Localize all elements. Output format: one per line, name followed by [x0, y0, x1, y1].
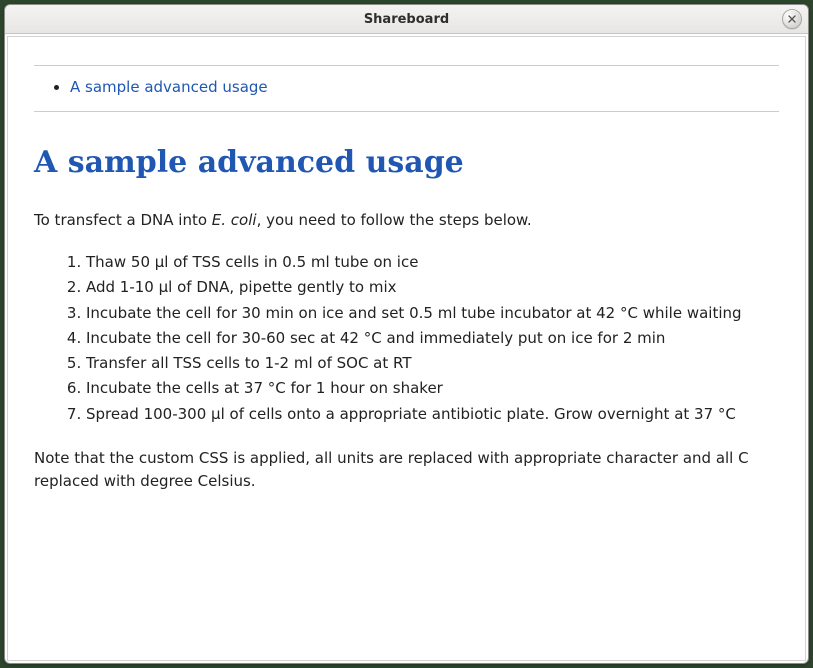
- intro-italic: E. coli: [212, 211, 257, 229]
- intro-post: , you need to follow the steps below.: [257, 211, 532, 229]
- intro-paragraph: To transfect a DNA into E. coli, you nee…: [34, 209, 779, 232]
- step-item: Add 1-10 µl of DNA, pipette gently to mi…: [86, 275, 779, 300]
- steps-list: Thaw 50 µl of TSS cells in 0.5 ml tube o…: [34, 250, 779, 427]
- app-window: Shareboard A sample advanced usage A sam…: [4, 4, 809, 664]
- step-item: Transfer all TSS cells to 1-2 ml of SOC …: [86, 351, 779, 376]
- step-item: Incubate the cell for 30-60 sec at 42 °C…: [86, 326, 779, 351]
- document-content: A sample advanced usage A sample advance…: [7, 36, 806, 661]
- toc-item: A sample advanced usage: [70, 76, 779, 99]
- titlebar[interactable]: Shareboard: [5, 5, 808, 34]
- window-title: Shareboard: [364, 12, 449, 27]
- step-item: Incubate the cell for 30 min on ice and …: [86, 301, 779, 326]
- step-item: Thaw 50 µl of TSS cells in 0.5 ml tube o…: [86, 250, 779, 275]
- window-close-button[interactable]: [782, 9, 802, 29]
- close-icon: [788, 15, 796, 23]
- step-item: Incubate the cells at 37 °C for 1 hour o…: [86, 376, 779, 401]
- note-paragraph: Note that the custom CSS is applied, all…: [34, 447, 779, 494]
- page-heading: A sample advanced usage: [34, 140, 779, 187]
- table-of-contents: A sample advanced usage: [34, 65, 779, 112]
- step-item: Spread 100-300 µl of cells onto a approp…: [86, 402, 779, 427]
- toc-link[interactable]: A sample advanced usage: [70, 78, 268, 96]
- intro-pre: To transfect a DNA into: [34, 211, 212, 229]
